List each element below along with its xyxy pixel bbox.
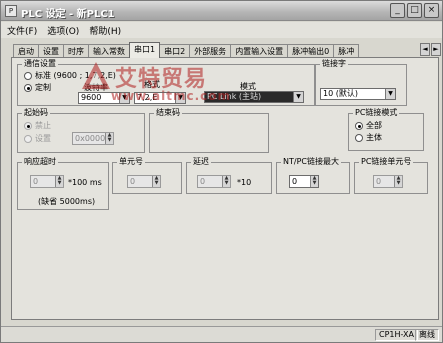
spinner-icon: ▲ ▼ [105, 133, 113, 144]
delay-input[interactable]: 0 ▲ ▼ [197, 175, 231, 188]
end-code-group: 结束码 [149, 107, 269, 153]
chevron-down-icon: ▼ [119, 93, 129, 103]
link-words-select[interactable]: 10 (默认) ▼ [320, 88, 396, 100]
spinner-icon: ▲ ▼ [152, 176, 160, 187]
tab-startup[interactable]: 启动 [13, 44, 39, 58]
delay-title: 延迟 [191, 156, 211, 167]
close-button[interactable]: × [424, 3, 439, 18]
tab-pulse-output-0[interactable]: 脉冲输出0 [287, 44, 335, 58]
title-bar[interactable]: P PLC 设定 - 新PLC1 _ □ × [1, 1, 442, 21]
start-set-label: 设置 [35, 134, 51, 143]
tab-pulse-more[interactable]: 脉冲 [333, 44, 360, 58]
response-timeout-default: (缺省 5000ms) [38, 197, 96, 206]
pc-link-mode-group: PC链接模式 全部 主体 [348, 107, 424, 151]
chevron-down-icon: ▼ [385, 89, 395, 99]
maximize-button[interactable]: □ [407, 3, 422, 18]
spinner-icon: ▲ ▼ [394, 176, 402, 187]
comm-settings-group: 通信设置 标准 (9600 ; 1,7,2,E) 定制 波特率 9600 ▼ 格式… [17, 58, 315, 106]
custom-radio[interactable] [24, 84, 32, 92]
start-set-radio[interactable] [24, 135, 32, 143]
unit-no-group: 单元号 0 ▲ ▼ [112, 156, 182, 194]
status-plc-model: CP1H-XA [375, 329, 418, 341]
chevron-down-icon: ▼ [175, 93, 185, 103]
response-timeout-group: 响应超时 0 ▲ ▼ *100 ms (缺省 5000ms) [17, 156, 109, 210]
spinner-icon: ▲ ▼ [222, 176, 230, 187]
tab-serial-port-2[interactable]: 串口2 [159, 44, 191, 58]
mode-select[interactable]: PC Link (主站) ▼ [204, 91, 304, 103]
end-code-title: 结束码 [154, 107, 182, 118]
standard-label: 标准 (9600 ; 1,7,2,E) [35, 71, 116, 80]
start-code-group: 起始码 禁止 设置 0x0000 ▲ ▼ [17, 107, 145, 153]
chevron-down-icon: ▼ [293, 92, 303, 102]
baud-rate-select[interactable]: 9600 ▼ [78, 92, 130, 104]
comm-settings-title: 通信设置 [22, 58, 58, 69]
custom-label: 定制 [35, 83, 51, 92]
format-label: 格式 [144, 80, 160, 89]
status-bar: CP1H-XA 离线 [1, 326, 442, 342]
pc-link-all-label: 全部 [366, 121, 382, 130]
tab-scroll-right-icon[interactable]: ► [431, 43, 441, 56]
tab-bar: 启动 设置 时序 输入常数 串口1 串口2 外部服务 内置输入设置 脉冲输出0 … [13, 42, 441, 58]
tab-builtin-input[interactable]: 内置输入设置 [230, 44, 289, 58]
nt-pc-max-group: NT/PC链接最大 0 ▲ ▼ [276, 156, 350, 194]
menu-options[interactable]: 选项(O) [47, 24, 79, 37]
pc-link-all-radio[interactable] [355, 122, 363, 130]
window-title: PLC 设定 - 新PLC1 [21, 9, 115, 20]
menu-file[interactable]: 文件(F) [7, 24, 37, 37]
response-timeout-input[interactable]: 0 ▲ ▼ [30, 175, 64, 188]
spinner-icon: ▲ ▼ [310, 176, 318, 187]
serial-port-1-panel: 通信设置 标准 (9600 ; 1,7,2,E) 定制 波特率 9600 ▼ 格式… [11, 57, 439, 320]
standard-radio[interactable] [24, 72, 32, 80]
unit-no-title: 单元号 [117, 156, 145, 167]
tab-timing[interactable]: 时序 [63, 44, 89, 58]
delay-unit: *10 [237, 178, 252, 187]
start-code-input[interactable]: 0x0000 ▲ ▼ [72, 132, 114, 145]
pc-link-unit-group: PC链接单元号 0 ▲ ▼ [354, 156, 428, 194]
link-words-group: 链接字 10 (默认) ▼ [315, 58, 407, 106]
tab-serial-port-1[interactable]: 串口1 [129, 42, 161, 58]
response-timeout-unit: *100 ms [68, 178, 102, 187]
start-code-title: 起始码 [22, 107, 50, 118]
tab-scroll-left-icon[interactable]: ◄ [420, 43, 430, 56]
nt-pc-max-input[interactable]: 0 ▲ ▼ [289, 175, 319, 188]
plc-settings-window: P PLC 设定 - 新PLC1 _ □ × 文件(F) 选项(O) 帮助(H)… [0, 0, 443, 343]
menu-help[interactable]: 帮助(H) [89, 24, 121, 37]
menu-bar: 文件(F) 选项(O) 帮助(H) [1, 22, 442, 38]
pc-link-mode-title: PC链接模式 [353, 107, 400, 118]
delay-group: 延迟 0 ▲ ▼ *10 [186, 156, 272, 194]
spinner-icon: ▲ ▼ [55, 176, 63, 187]
pc-link-master-radio[interactable] [355, 134, 363, 142]
start-disable-radio[interactable] [24, 122, 32, 130]
link-words-title: 链接字 [320, 58, 348, 69]
pc-link-unit-input[interactable]: 0 ▲ ▼ [373, 175, 403, 188]
unit-no-input[interactable]: 0 ▲ ▼ [127, 175, 161, 188]
app-icon: P [5, 5, 17, 17]
status-connection: 离线 [415, 329, 439, 341]
tab-input-constants[interactable]: 输入常数 [88, 44, 130, 58]
nt-pc-max-title: NT/PC链接最大 [281, 156, 341, 167]
format-select[interactable]: 7,2,E ▼ [134, 92, 186, 104]
pc-link-master-label: 主体 [366, 133, 382, 142]
response-timeout-title: 响应超时 [22, 156, 58, 167]
tab-settings[interactable]: 设置 [38, 44, 64, 58]
start-disable-label: 禁止 [35, 121, 51, 130]
tab-external-service[interactable]: 外部服务 [189, 44, 232, 58]
minimize-button[interactable]: _ [390, 3, 405, 18]
pc-link-unit-title: PC链接单元号 [359, 156, 414, 167]
